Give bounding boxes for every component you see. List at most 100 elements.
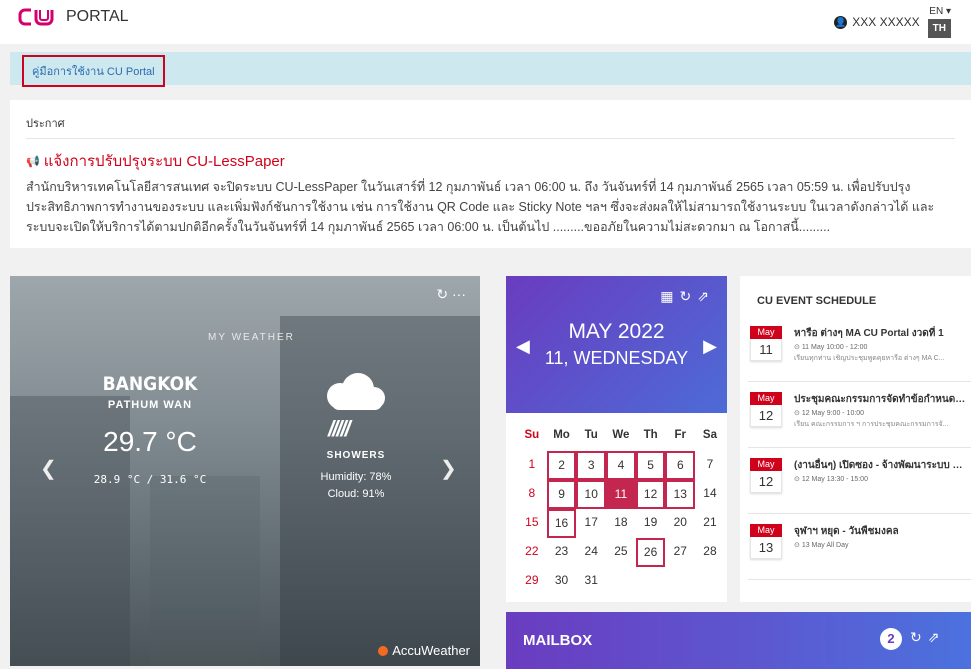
cloud-icon (327, 373, 385, 410)
calendar-day-cell[interactable]: 18 (606, 509, 636, 538)
calendar-day-cell[interactable]: 27 (665, 538, 695, 567)
event-item[interactable]: May 11 หารือ ต่างๆ MA CU Portal งวดที่ 1… (748, 320, 971, 382)
calendar-day-cell[interactable]: 19 (636, 509, 666, 538)
weather-temp-range: 28.9 °C / 31.6 °C (93, 473, 207, 486)
portal-logo[interactable]: PORTAL (18, 6, 129, 28)
mailbox-count-badge: 2 (880, 628, 902, 650)
weather-humidity: Humidity: 78% (320, 471, 392, 483)
weekday-label: Fr (674, 429, 687, 441)
calendar-day-cell[interactable]: 1 (517, 451, 547, 480)
event-month: May (750, 524, 782, 537)
calendar-day-cell[interactable]: 11 (606, 480, 636, 509)
calendar-day-cell[interactable]: 21 (695, 509, 725, 538)
calendar-day-cell[interactable]: 26 (635, 538, 666, 567)
announcement-title[interactable]: 📢 แจ้งการปรับปรุงระบบ CU-LessPaper (26, 149, 955, 173)
calendar-day-cell[interactable]: 7 (695, 451, 725, 480)
external-link-icon[interactable]: ⇗ (697, 288, 715, 304)
calendar-next-icon[interactable]: ▶ (703, 336, 717, 357)
calendar-icon[interactable]: ▦ (660, 288, 679, 304)
weather-temperature: 29.7 °C (103, 426, 197, 457)
calendar-day-cell[interactable]: 10 (576, 480, 607, 509)
calendar-widget: ▦↻⇗ ◀ MAY 2022 11, WEDNESDAY ▶ Su Mo Tu … (506, 276, 727, 602)
event-date: May 12 (750, 392, 782, 427)
cu-logo-icon (18, 8, 54, 26)
event-item[interactable]: May 12 (งานอื่นๆ) เปิดซอง - จ้างพัฒนาระบ… (748, 452, 971, 514)
user-menu[interactable]: 👤 XXX XXXXX EN ▾ TH (834, 6, 951, 38)
calendar-weekday-row: Su Mo Tu We Th Fr Sa (517, 422, 725, 451)
calendar-day-cell[interactable]: 4 (606, 451, 636, 480)
external-link-icon[interactable]: ⇗ (928, 629, 946, 645)
refresh-icon[interactable]: ↻ (680, 288, 698, 304)
weather-prev-icon[interactable]: ❮ (40, 456, 57, 481)
event-item[interactable]: May 12 ประชุมคณะกรรมการจัดทำข้อกำหนดและ.… (748, 386, 971, 448)
calendar-empty-cell (665, 567, 695, 596)
accuweather-icon (378, 645, 389, 656)
calendar-day: 11, WEDNESDAY (544, 348, 689, 368)
cu-logo-mark (18, 6, 58, 28)
calendar-day-cell[interactable]: 8 (517, 480, 547, 509)
event-item[interactable]: May 13 จุฬาฯ หยุด - วันพืชมงคล ⊙ 13 May … (748, 518, 971, 580)
calendar-day-cell[interactable]: 20 (665, 509, 695, 538)
weekday-label: Su (524, 429, 540, 441)
mailbox-toolbar: ↻⇗ (910, 629, 945, 646)
calendar-day-cell[interactable]: 17 (576, 509, 606, 538)
calendar-day-cell[interactable]: 23 (547, 538, 577, 567)
weather-next-icon[interactable]: ❯ (440, 456, 457, 481)
language-switcher[interactable]: EN ▾ TH (927, 6, 951, 38)
weekday-label: Tu (584, 429, 598, 441)
calendar-day-cell[interactable]: 9 (546, 480, 577, 509)
megaphone-icon: 📢 (26, 155, 40, 168)
calendar-day-cell[interactable]: 14 (695, 480, 725, 509)
event-day: 12 (750, 471, 782, 493)
event-name: (งานอื่นๆ) เปิดซอง - จ้างพัฒนาระบบ M... (794, 460, 966, 471)
calendar-week-row: 8 9 10 11 12 13 14 (517, 480, 725, 509)
weather-condition: SHOWERS (326, 450, 386, 461)
event-date: May 11 (750, 326, 782, 361)
calendar-header: ▦↻⇗ ◀ MAY 2022 11, WEDNESDAY ▶ (506, 276, 727, 413)
weather-widget: ↻ ··· MY WEATHER BANGKOK PATHUM WAN 29.7… (10, 276, 480, 666)
event-desc: เรียน คณะกรรมการ ฯ การประชุมคณะกรรมการจั… (794, 421, 949, 428)
event-time: ⊙ 12 May 13:30 - 15:00 (794, 476, 868, 483)
calendar-day-cell[interactable]: 22 (517, 538, 547, 567)
calendar-day-cell[interactable]: 30 (547, 567, 577, 596)
calendar-week-row: 1234567 (517, 451, 725, 480)
calendar-week-row: 29 30 31 (517, 567, 725, 596)
event-month: May (750, 392, 782, 405)
event-day: 13 (750, 537, 782, 559)
calendar-day-cell[interactable]: 15 (517, 509, 547, 538)
calendar-day-cell[interactable]: 29 (517, 567, 547, 596)
user-name: XXX XXXXX (852, 15, 920, 29)
calendar-day-cell[interactable]: 16 (546, 509, 577, 538)
event-name: จุฬาฯ หยุด - วันพืชมงคล (794, 526, 899, 537)
calendar-week-row: 15 16 17 18 19 20 21 (517, 509, 725, 538)
calendar-day-cell[interactable]: 2 (546, 451, 577, 480)
accuweather-logo: AccuWeather (378, 643, 470, 658)
background-building (150, 476, 260, 666)
event-date: May 13 (750, 524, 782, 559)
event-time: ⊙ 13 May All Day (794, 542, 849, 549)
weekday-label: Th (643, 429, 658, 441)
lang-en[interactable]: EN ▾ (929, 6, 951, 17)
calendar-toolbar: ▦↻⇗ (660, 288, 715, 305)
announcement-heading: ประกาศ (26, 114, 955, 139)
event-day: 12 (750, 405, 782, 427)
calendar-day-cell[interactable]: 31 (576, 567, 606, 596)
event-schedule: CU EVENT SCHEDULE May 11 หารือ ต่างๆ MA … (740, 276, 971, 602)
refresh-icon[interactable]: ↻ (436, 286, 448, 302)
calendar-day-cell[interactable]: 3 (576, 451, 607, 480)
event-schedule-title: CU EVENT SCHEDULE (757, 295, 877, 307)
event-date: May 12 (750, 458, 782, 493)
calendar-day-cell[interactable]: 25 (606, 538, 636, 567)
calendar-day-cell[interactable]: 13 (665, 480, 696, 509)
event-day: 11 (750, 339, 782, 361)
calendar-day-cell[interactable]: 12 (635, 480, 666, 509)
weather-city: BANGKOK (102, 373, 198, 395)
calendar-day-cell[interactable]: 6 (665, 451, 696, 480)
calendar-day-cell[interactable]: 28 (695, 538, 725, 567)
calendar-day-cell[interactable]: 24 (576, 538, 606, 567)
more-icon[interactable]: ··· (452, 286, 466, 302)
user-manual-link[interactable]: คู่มือการใช้งาน CU Portal (22, 55, 165, 87)
refresh-icon[interactable]: ↻ (910, 629, 928, 645)
calendar-day-cell[interactable]: 5 (635, 451, 666, 480)
lang-th[interactable]: TH (927, 19, 951, 38)
